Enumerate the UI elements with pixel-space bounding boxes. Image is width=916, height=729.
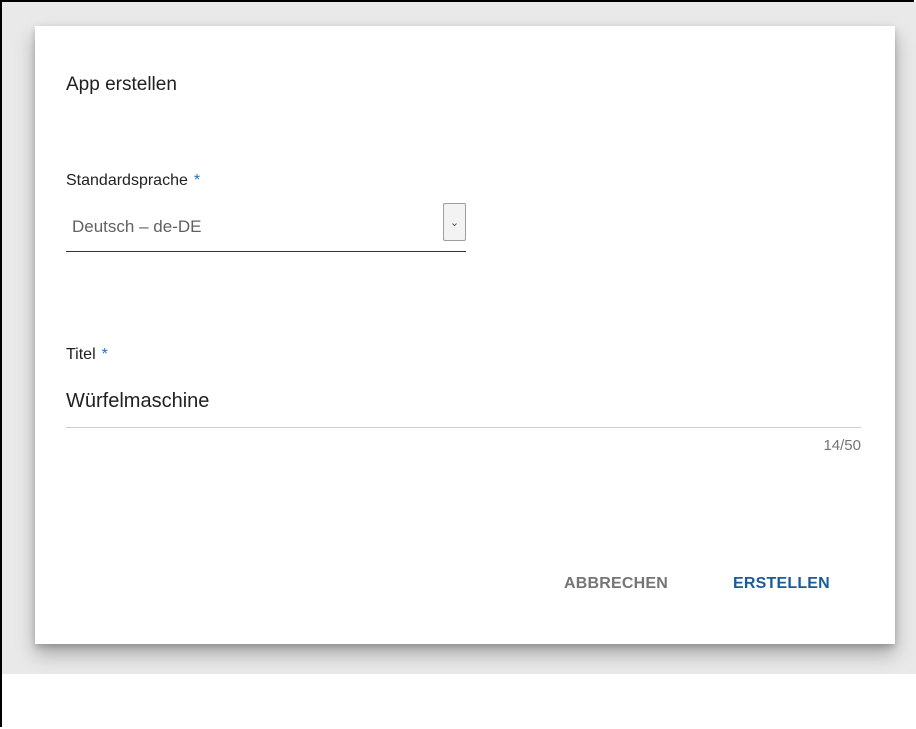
default-language-label: Standardsprache * — [66, 172, 200, 190]
default-language-select[interactable]: Deutsch – de-DE ⌄ — [66, 203, 466, 252]
required-marker: * — [193, 172, 201, 189]
cancel-button[interactable]: ABBRECHEN — [564, 575, 668, 593]
create-button[interactable]: ERSTELLEN — [733, 575, 830, 593]
title-label: Titel * — [66, 346, 108, 364]
default-language-label-text: Standardsprache — [66, 172, 188, 189]
title-input-value[interactable]: Würfelmaschine — [66, 390, 209, 413]
character-counter: 14/50 — [823, 437, 861, 454]
dialog-title: App erstellen — [66, 74, 177, 95]
default-language-value: Deutsch – de-DE — [72, 217, 202, 236]
title-label-text: Titel — [66, 346, 96, 363]
chevron-down-icon[interactable]: ⌄ — [443, 203, 466, 241]
create-app-dialog: App erstellen Standardsprache * Deutsch –… — [35, 26, 895, 644]
required-marker: * — [101, 346, 108, 363]
title-input[interactable]: Würfelmaschine — [66, 376, 861, 428]
